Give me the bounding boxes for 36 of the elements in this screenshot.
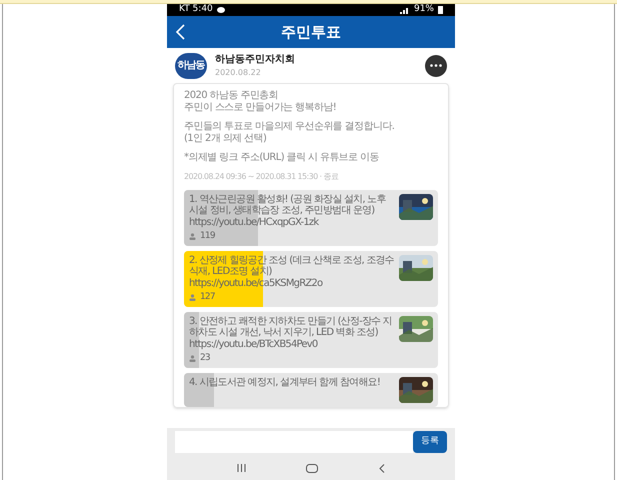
poll-option[interactable]: 4. 시립도서관 예정지, 설계부터 함께 참여해요!: [184, 373, 438, 407]
person-icon: [189, 294, 196, 301]
option-title: 1. 역산근린공원 활성화! (공원 화장실 설치, 노후 시설 정비, 생태학습장 조성, 주민방범대 운영): [189, 194, 387, 216]
vote-count: 23: [200, 353, 210, 364]
home-icon[interactable]: [306, 464, 318, 472]
vote-count: 119: [200, 231, 215, 242]
intro-text: 주민이 스스로 만들어가는 행복하남!: [184, 102, 338, 114]
intro-text: 2020 하남동 주민총회: [184, 90, 280, 102]
link-note: *의제별 링크 주소(URL) 클릭 시 유튜브로 이동: [184, 152, 380, 164]
carrier-time: KT 5:40: [179, 3, 213, 16]
submit-button[interactable]: 등록: [413, 431, 447, 453]
poll-option[interactable]: 3. 안전하고 쾌적한 지하차도 만들기 (산정-장수 지하차도 시설 개선, 낙서 지우기, LED 벽화 조성) https://youtu.be/BTcXB54Pev0 23: [184, 312, 438, 368]
avatar: 하남동: [175, 52, 207, 78]
vote-period: 2020.08.24 09:36 ~ 2020.08.31 15:30 · 종료: [184, 171, 340, 183]
video-link[interactable]: https://youtu.be/HCxqpGX-1zk: [189, 217, 395, 228]
person-icon: [189, 355, 196, 362]
description-text: (1인 2개 의제 선택): [184, 133, 268, 145]
option-title: 3. 안전하고 쾌적한 지하차도 만들기 (산정-장수 지하차도 시설 개선, 낙서 지우기, LED 벽화 조성): [189, 316, 393, 338]
author-name: 하남동주민자치회: [215, 53, 296, 67]
post-date: 2020.08.22: [215, 67, 262, 79]
chat-icon: [216, 6, 225, 14]
vote-count: 127: [200, 292, 215, 303]
battery-icon: [438, 6, 443, 14]
signal-icon: [400, 6, 410, 14]
battery-level: 91%: [414, 3, 434, 16]
comment-field[interactable]: [175, 431, 413, 453]
description-text: 주민들의 투표로 마을의제 우선순위를 결정합니다.: [184, 121, 396, 133]
more-button[interactable]: [425, 54, 447, 76]
more-icon: [430, 64, 442, 67]
poll-option[interactable]: 1. 역산근린공원 활성화! (공원 화장실 설치, 노후 시설 정비, 생태학습장 조성, 주민방범대 운영) https://youtu.be/HCxqpGX-1zk 119: [184, 190, 438, 246]
person-icon: [189, 233, 196, 240]
option-title: 4. 시립도서관 예정지, 설계부터 함께 참여해요!: [189, 377, 382, 388]
back-icon[interactable]: [378, 464, 385, 472]
recent-apps-icon[interactable]: [237, 464, 246, 472]
video-link[interactable]: https://youtu.be/BTcXB54Pev0: [189, 339, 395, 350]
page-title: 주민투표: [281, 22, 341, 43]
